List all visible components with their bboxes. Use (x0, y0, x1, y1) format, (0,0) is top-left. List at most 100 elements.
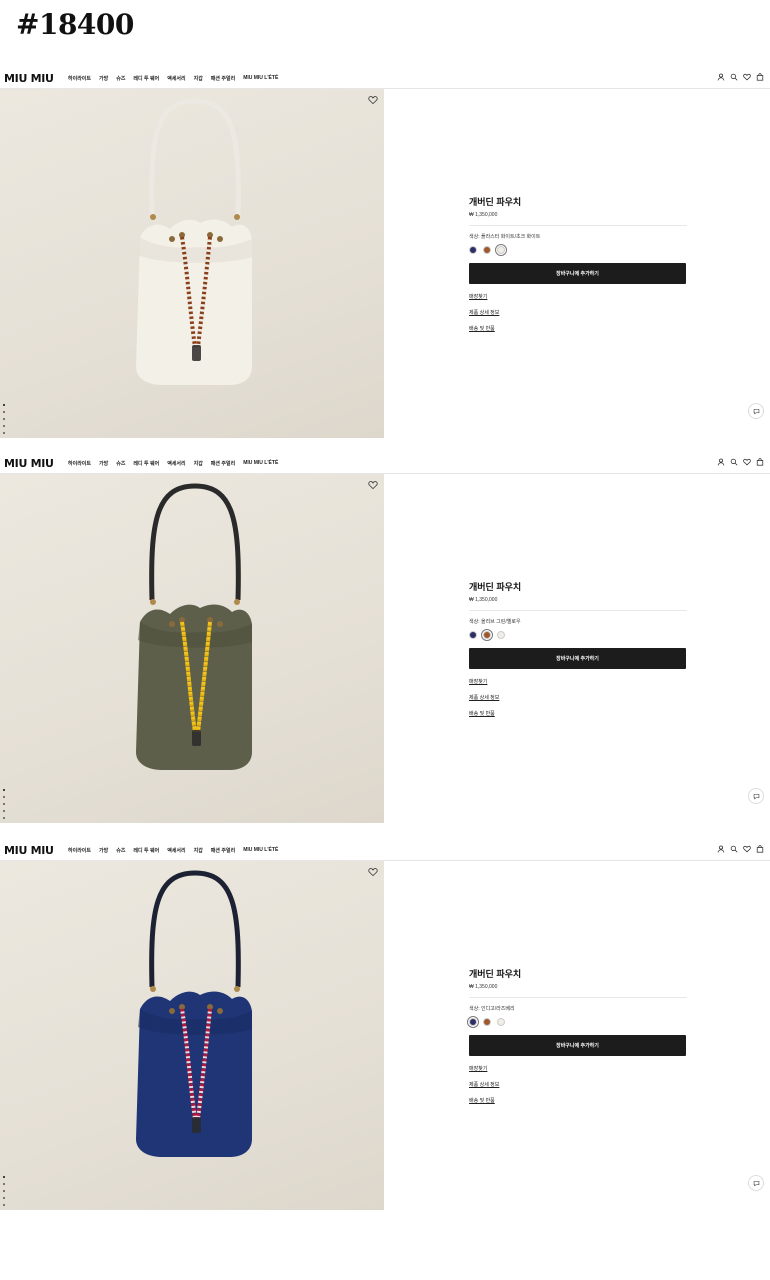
color-swatch[interactable] (497, 1018, 505, 1026)
bag-icon[interactable] (756, 73, 764, 81)
product-links: 매장찾기 제품 상세 정보 배송 및 반품 (469, 293, 687, 332)
page-tag: #18400 (16, 8, 134, 41)
pagination-dot[interactable] (3, 1204, 5, 1206)
store-finder-link[interactable]: 매장찾기 (469, 1065, 487, 1072)
menu-item-ready-to-wear[interactable]: 레디 투 웨어 (133, 460, 159, 467)
menu-item-accessories[interactable]: 액세서리 (167, 75, 185, 82)
add-to-cart-button[interactable]: 장바구니에 추가하기 (469, 648, 686, 669)
color-label: 색상: 올리브 그린/옐로우 (469, 619, 521, 625)
pagination-dot[interactable] (3, 1190, 5, 1192)
menu-item-wallets[interactable]: 지갑 (194, 847, 203, 854)
pagination-dot[interactable] (3, 411, 5, 413)
menu-item-wallets[interactable]: 지갑 (194, 75, 203, 82)
menu-item-ready-to-wear[interactable]: 레디 투 웨어 (133, 75, 159, 82)
menu-item-highlights[interactable]: 하이라이트 (68, 75, 91, 82)
product-title: 개버딘 파우치 (469, 197, 522, 207)
color-label: 색상: 플라스터 화이트/초크 화이트 (469, 234, 541, 240)
pagination-dot[interactable] (3, 803, 5, 805)
menu-item-shoes[interactable]: 슈즈 (116, 847, 125, 854)
color-swatch[interactable] (483, 246, 491, 254)
color-swatch[interactable] (495, 244, 507, 256)
pagination-dot[interactable] (3, 432, 5, 434)
color-swatch[interactable] (469, 246, 477, 254)
shipping-returns-link[interactable]: 배송 및 반품 (469, 710, 495, 717)
pagination-dot[interactable] (3, 1183, 5, 1185)
menu-item-fashion-jewelry[interactable]: 패션 주얼리 (211, 75, 235, 82)
product-details-link[interactable]: 제품 상세 정보 (469, 309, 499, 316)
user-icon[interactable] (717, 73, 725, 81)
wishlist-heart-icon[interactable] (368, 867, 378, 877)
product-title: 개버딘 파우치 (469, 582, 522, 592)
pagination-dot[interactable] (3, 817, 5, 819)
wishlist-heart-icon[interactable] (368, 480, 378, 490)
chat-button[interactable] (748, 403, 764, 419)
menu-item-shoes[interactable]: 슈즈 (116, 460, 125, 467)
menu-item-accessories[interactable]: 액세서리 (167, 847, 185, 854)
user-icon[interactable] (717, 458, 725, 466)
color-swatch[interactable] (469, 631, 477, 639)
search-icon[interactable] (730, 458, 738, 466)
menu-item-bags[interactable]: 가방 (99, 75, 108, 82)
heart-icon[interactable] (743, 73, 751, 81)
brand-logo[interactable]: MIU MIU (4, 457, 54, 470)
menu-item-ready-to-wear[interactable]: 레디 투 웨어 (133, 847, 159, 854)
menu-item-highlights[interactable]: 하이라이트 (68, 847, 91, 854)
product-image[interactable] (0, 89, 384, 438)
menu-item-fashion-jewelry[interactable]: 패션 주얼리 (211, 847, 235, 854)
store-finder-link[interactable]: 매장찾기 (469, 293, 487, 300)
divider (469, 997, 687, 998)
color-swatch[interactable] (467, 1016, 479, 1028)
color-swatch[interactable] (497, 631, 505, 639)
menu-item-highlights[interactable]: 하이라이트 (68, 460, 91, 467)
product-title: 개버딘 파우치 (469, 969, 522, 979)
user-icon[interactable] (717, 845, 725, 853)
top-nav: MIU MIU 하이라이트 가방 슈즈 레디 투 웨어 액세서리 지갑 패션 주… (0, 70, 770, 89)
product-image[interactable] (0, 474, 384, 823)
pagination-dot[interactable] (3, 1197, 5, 1199)
shipping-returns-link[interactable]: 배송 및 반품 (469, 1097, 495, 1104)
chat-icon (753, 1180, 759, 1186)
pagination-dot[interactable] (3, 810, 5, 812)
brand-logo[interactable]: MIU MIU (4, 72, 54, 85)
product-details-link[interactable]: 제품 상세 정보 (469, 1081, 499, 1088)
menu-item-shoes[interactable]: 슈즈 (116, 75, 125, 82)
color-swatches (467, 1016, 687, 1028)
bag-icon[interactable] (756, 845, 764, 853)
menu-item-bags[interactable]: 가방 (99, 847, 108, 854)
shipping-returns-link[interactable]: 배송 및 반품 (469, 325, 495, 332)
pagination-dot[interactable] (3, 425, 5, 427)
wishlist-heart-icon[interactable] (368, 95, 378, 105)
pagination-dot[interactable] (3, 796, 5, 798)
heart-icon[interactable] (743, 845, 751, 853)
search-icon[interactable] (730, 845, 738, 853)
product-details-link[interactable]: 제품 상세 정보 (469, 694, 499, 701)
color-swatch[interactable] (483, 1018, 491, 1026)
menu-item-bags[interactable]: 가방 (99, 460, 108, 467)
chat-button[interactable] (748, 788, 764, 804)
product-image[interactable] (0, 861, 384, 1210)
product-info: 개버딘 파우치 ₩ 1,350,000 색상: 올리브 그린/옐로우 장바구니에… (469, 580, 687, 717)
pagination-dot[interactable] (3, 418, 5, 420)
menu-item-wallets[interactable]: 지갑 (194, 460, 203, 467)
product-screenshot-2: MIU MIU 하이라이트 가방 슈즈 레디 투 웨어 액세서리 지갑 패션 주… (0, 455, 770, 823)
search-icon[interactable] (730, 73, 738, 81)
heart-icon[interactable] (743, 458, 751, 466)
color-swatch[interactable] (481, 629, 493, 641)
pagination-dot[interactable] (3, 404, 5, 406)
pagination-dot[interactable] (3, 789, 5, 791)
top-nav: MIU MIU 하이라이트 가방 슈즈 레디 투 웨어 액세서리 지갑 패션 주… (0, 455, 770, 474)
menu-item-accessories[interactable]: 액세서리 (167, 460, 185, 467)
image-pagination (3, 1176, 5, 1206)
nav-icons (717, 458, 764, 466)
bag-icon[interactable] (756, 458, 764, 466)
brand-logo[interactable]: MIU MIU (4, 844, 54, 857)
chat-button[interactable] (748, 1175, 764, 1191)
menu-item-miu-miu-lete[interactable]: MIU MIU L'ÉTÉ (243, 460, 278, 467)
menu-item-fashion-jewelry[interactable]: 패션 주얼리 (211, 460, 235, 467)
menu-item-miu-miu-lete[interactable]: MIU MIU L'ÉTÉ (243, 75, 278, 82)
pagination-dot[interactable] (3, 1176, 5, 1178)
add-to-cart-button[interactable]: 장바구니에 추가하기 (469, 1035, 686, 1056)
menu-item-miu-miu-lete[interactable]: MIU MIU L'ÉTÉ (243, 847, 278, 854)
add-to-cart-button[interactable]: 장바구니에 추가하기 (469, 263, 686, 284)
store-finder-link[interactable]: 매장찾기 (469, 678, 487, 685)
